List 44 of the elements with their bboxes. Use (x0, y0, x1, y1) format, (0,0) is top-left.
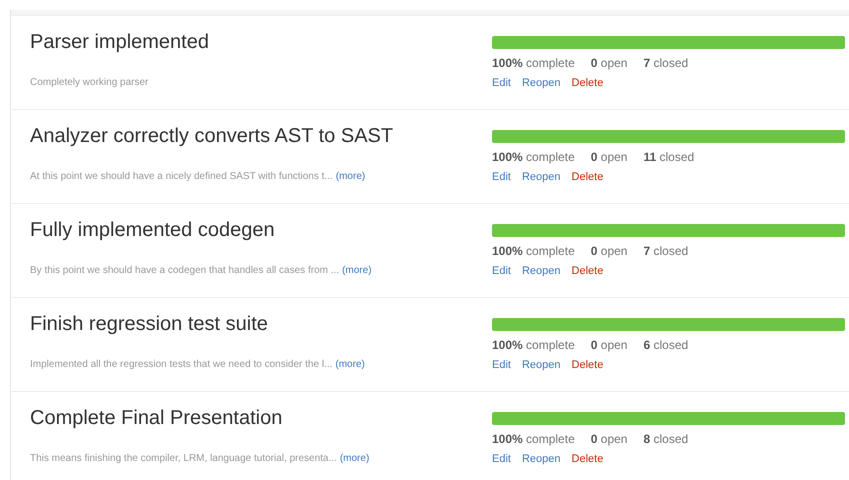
open-count: 0 open (590, 149, 628, 166)
reopen-link[interactable]: Reopen (522, 170, 561, 184)
more-link[interactable]: (more) (335, 358, 365, 372)
closed-count: 7 closed (643, 55, 688, 72)
closed-count: 11 closed (643, 149, 694, 166)
more-link[interactable]: (more) (340, 452, 370, 466)
reopen-link[interactable]: Reopen (522, 452, 561, 466)
milestone-title[interactable]: Finish regression test suite (30, 312, 492, 336)
open-count: 0 open (590, 243, 628, 260)
open-count: 0 open (590, 55, 628, 72)
edit-link[interactable]: Edit (492, 452, 511, 466)
more-link[interactable]: (more) (336, 170, 366, 184)
edit-link[interactable]: Edit (492, 76, 511, 90)
delete-link[interactable]: Delete (572, 358, 604, 372)
percent-complete: 100% complete (492, 55, 575, 72)
closed-count: 6 closed (643, 337, 688, 354)
milestone-title[interactable]: Analyzer correctly converts AST to SAST (30, 124, 492, 148)
open-count: 0 open (590, 431, 628, 448)
milestone-description: Implemented all the regression tests that we need to consider the l... (30, 358, 332, 372)
milestone-title[interactable]: Fully implemented codegen (30, 218, 492, 242)
delete-link[interactable]: Delete (572, 452, 604, 466)
closed-count: 8 closed (643, 431, 688, 448)
reopen-link[interactable]: Reopen (522, 358, 561, 372)
reopen-link[interactable]: Reopen (522, 76, 561, 90)
milestone-description: Completely working parser (30, 76, 148, 90)
milestone-description: This means finishing the compiler, LRM, language tutorial, presenta... (30, 452, 337, 466)
delete-link[interactable]: Delete (572, 264, 604, 278)
edit-link[interactable]: Edit (492, 358, 511, 372)
milestone-description: By this point we should have a codegen that handles all cases from ... (30, 264, 340, 278)
delete-link[interactable]: Delete (572, 170, 604, 184)
open-count: 0 open (590, 337, 628, 354)
percent-complete: 100% complete (492, 243, 575, 260)
percent-complete: 100% complete (492, 431, 575, 448)
milestone-description: At this point we should have a nicely defined SAST with functions t... (30, 170, 333, 184)
delete-link[interactable]: Delete (572, 76, 604, 90)
reopen-link[interactable]: Reopen (522, 264, 561, 278)
percent-complete: 100% complete (492, 337, 575, 354)
percent-complete: 100% complete (492, 149, 575, 166)
edit-link[interactable]: Edit (492, 170, 511, 184)
milestone-title[interactable]: Complete Final Presentation (30, 406, 492, 430)
edit-link[interactable]: Edit (492, 264, 511, 278)
more-link[interactable]: (more) (342, 264, 372, 278)
closed-count: 7 closed (643, 243, 688, 260)
milestone-title[interactable]: Parser implemented (30, 30, 492, 54)
